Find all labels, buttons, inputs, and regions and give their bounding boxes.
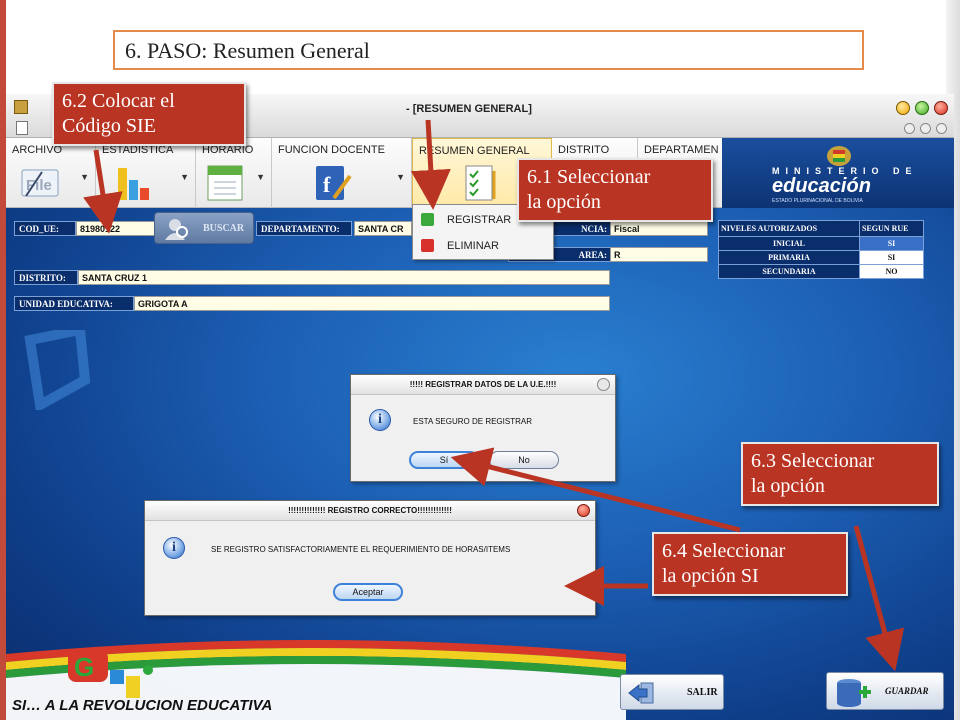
nivel-cell: PRIMARIA xyxy=(718,250,860,265)
svg-text:G: G xyxy=(74,652,94,682)
table-row: INICIAL SI xyxy=(718,236,924,251)
info-icon: i xyxy=(163,537,185,559)
minimize-button[interactable] xyxy=(896,101,910,115)
close-icon[interactable] xyxy=(577,504,590,517)
brand-line-3: ESTADO PLURINACIONAL DE BOLIVIA xyxy=(772,198,863,204)
callout-line: la opción xyxy=(527,191,601,213)
aceptar-button[interactable]: Aceptar xyxy=(333,583,403,601)
chevron-down-icon: ▼ xyxy=(396,172,405,182)
cod-ue-input[interactable]: 81980122 xyxy=(76,221,156,236)
column-header: SEGUN RUE xyxy=(859,220,924,237)
no-button[interactable]: No xyxy=(489,451,559,469)
ribbon-tab-label: RESUMEN GENERAL xyxy=(419,145,530,157)
dependencia-input[interactable]: Fiscal xyxy=(610,221,708,236)
unidad-educativa-input[interactable]: GRIGOTA A xyxy=(134,296,610,311)
salir-button[interactable]: SALIR xyxy=(620,674,724,710)
menu-item-label: ELIMINAR xyxy=(447,240,499,252)
chevron-down-icon: ▼ xyxy=(80,172,89,182)
ministry-logo: MINISTERIO DE educación ESTADO PLURINACI… xyxy=(722,138,954,208)
nivel-cell: INICIAL xyxy=(718,236,860,251)
app-icon xyxy=(14,100,28,114)
document-icon xyxy=(16,121,28,135)
callout-line: 6.4 Seleccionar xyxy=(662,540,786,562)
callout-line: la opción SI xyxy=(662,565,759,587)
callout-6-3: 6.3 Seleccionar la opción xyxy=(741,442,939,506)
menu-item-eliminar[interactable]: ELIMINAR xyxy=(413,233,553,259)
buscar-label: BUSCAR xyxy=(203,223,245,234)
exit-arrow-icon xyxy=(628,682,654,704)
file-icon: File xyxy=(20,168,60,198)
calendar-icon xyxy=(206,162,243,201)
callout-line: 6.1 Seleccionar xyxy=(527,166,651,188)
unidad-educativa-label: UNIDAD EDUCATIVA: xyxy=(14,296,134,311)
chevron-down-icon: ▼ xyxy=(256,172,265,182)
info-icon: i xyxy=(369,409,391,431)
callout-6-1: 6.1 Seleccionar la opción xyxy=(517,158,713,222)
add-icon xyxy=(421,213,434,226)
checklist-icon xyxy=(463,163,497,201)
callout-6-4: 6.4 Seleccionar la opción SI xyxy=(652,532,848,596)
nivel-cell: SECUNDARIA xyxy=(718,264,860,279)
ribbon-tab-archivo[interactable]: ARCHIVO File ▼ xyxy=(6,138,96,208)
close-icon[interactable] xyxy=(597,378,610,391)
distrito-input[interactable]: SANTA CRUZ 1 xyxy=(78,270,610,285)
dialog-title: !!!!!!!!!!!!!! REGISTRO CORRECTO!!!!!!!!… xyxy=(145,501,595,521)
menu-item-label: REGISTRAR xyxy=(447,214,512,226)
table-row: PRIMARIA SI xyxy=(718,250,924,265)
dialog-message: ESTA SEGURO DE REGISTRAR xyxy=(413,417,532,426)
valor-cell: NO xyxy=(859,264,924,279)
coat-of-arms-icon xyxy=(827,146,851,166)
column-header: NIVELES AUTORIZADOS xyxy=(718,220,860,237)
window-title: - [RESUMEN GENERAL] xyxy=(406,103,532,115)
mdi-restore-button[interactable] xyxy=(920,123,931,134)
ribbon-tab-label: FUNCION DOCENTE xyxy=(278,144,385,156)
ribbon-tab-label: DISTRITO xyxy=(558,144,610,156)
ribbon-tab-estadistica[interactable]: ESTADISTICA ▼ xyxy=(96,138,196,208)
success-dialog: !!!!!!!!!!!!!! REGISTRO CORRECTO!!!!!!!!… xyxy=(144,500,596,616)
mdi-close-button[interactable] xyxy=(936,123,947,134)
chevron-down-icon: ▼ xyxy=(180,172,189,182)
salir-label: SALIR xyxy=(687,687,718,698)
valor-cell: SI xyxy=(859,236,924,251)
database-save-icon xyxy=(837,679,871,707)
callout-line: Código SIE xyxy=(62,115,156,137)
ribbon-tab-funcion-docente[interactable]: FUNCION DOCENTE f ▼ xyxy=(272,138,412,208)
slide-title: 6. PASO: Resumen General xyxy=(113,30,864,70)
background-logo-shape xyxy=(24,330,90,410)
table-header-row: NIVELES AUTORIZADOS SEGUN RUE xyxy=(718,220,924,237)
yes-button[interactable]: Sí xyxy=(409,451,479,469)
table-row: SECUNDARIA NO xyxy=(718,264,924,279)
departamento-input[interactable]: SANTA CR xyxy=(354,221,412,236)
callout-line: la opción xyxy=(751,475,825,497)
guardar-label: GUARDAR xyxy=(885,686,929,696)
close-button[interactable] xyxy=(934,101,948,115)
dialog-message: SE REGISTRO SATISFACTORIAMENTE EL REQUER… xyxy=(211,545,511,554)
callout-line: 6.3 Seleccionar xyxy=(751,450,875,472)
svg-text:f: f xyxy=(323,172,331,197)
dialog-title: !!!!! REGISTRAR DATOS DE LA U.E.!!!! xyxy=(351,375,615,395)
departamento-label: DEPARTAMENTO: xyxy=(256,221,352,236)
ribbon-tab-label: DEPARTAMEN xyxy=(644,144,719,156)
valor-cell: SI xyxy=(859,250,924,265)
buscar-button[interactable]: BUSCAR xyxy=(154,212,254,244)
ribbon-tab-horario[interactable]: HORARIO ▼ xyxy=(196,138,272,208)
brand-line-2: educación xyxy=(772,175,871,197)
search-user-icon xyxy=(165,219,188,240)
teacher-book-icon: f xyxy=(312,162,352,200)
callout-line: 6.2 Colocar el xyxy=(62,90,175,112)
distrito-label: DISTRITO: xyxy=(14,270,78,285)
confirm-dialog: !!!!! REGISTRAR DATOS DE LA U.E.!!!! i E… xyxy=(350,374,616,482)
delete-icon xyxy=(421,239,434,252)
area-input[interactable]: R xyxy=(610,247,708,262)
slogan-text: SI… A LA REVOLUCION EDUCATIVA xyxy=(12,697,273,714)
bar-chart-icon xyxy=(116,162,150,200)
callout-6-2: 6.2 Colocar el Código SIE xyxy=(52,82,246,146)
app-window: - [RESUMEN GENERAL] ARCHIVO File ▼ ESTAD… xyxy=(6,94,954,720)
maximize-button[interactable] xyxy=(915,101,929,115)
education-logo-icon: G xyxy=(68,650,153,698)
niveles-table: NIVELES AUTORIZADOS SEGUN RUE INICIAL SI… xyxy=(718,220,924,279)
cod-ue-label: COD_UE: xyxy=(14,221,76,236)
guardar-button[interactable]: GUARDAR xyxy=(826,672,944,710)
mdi-minimize-button[interactable] xyxy=(904,123,915,134)
